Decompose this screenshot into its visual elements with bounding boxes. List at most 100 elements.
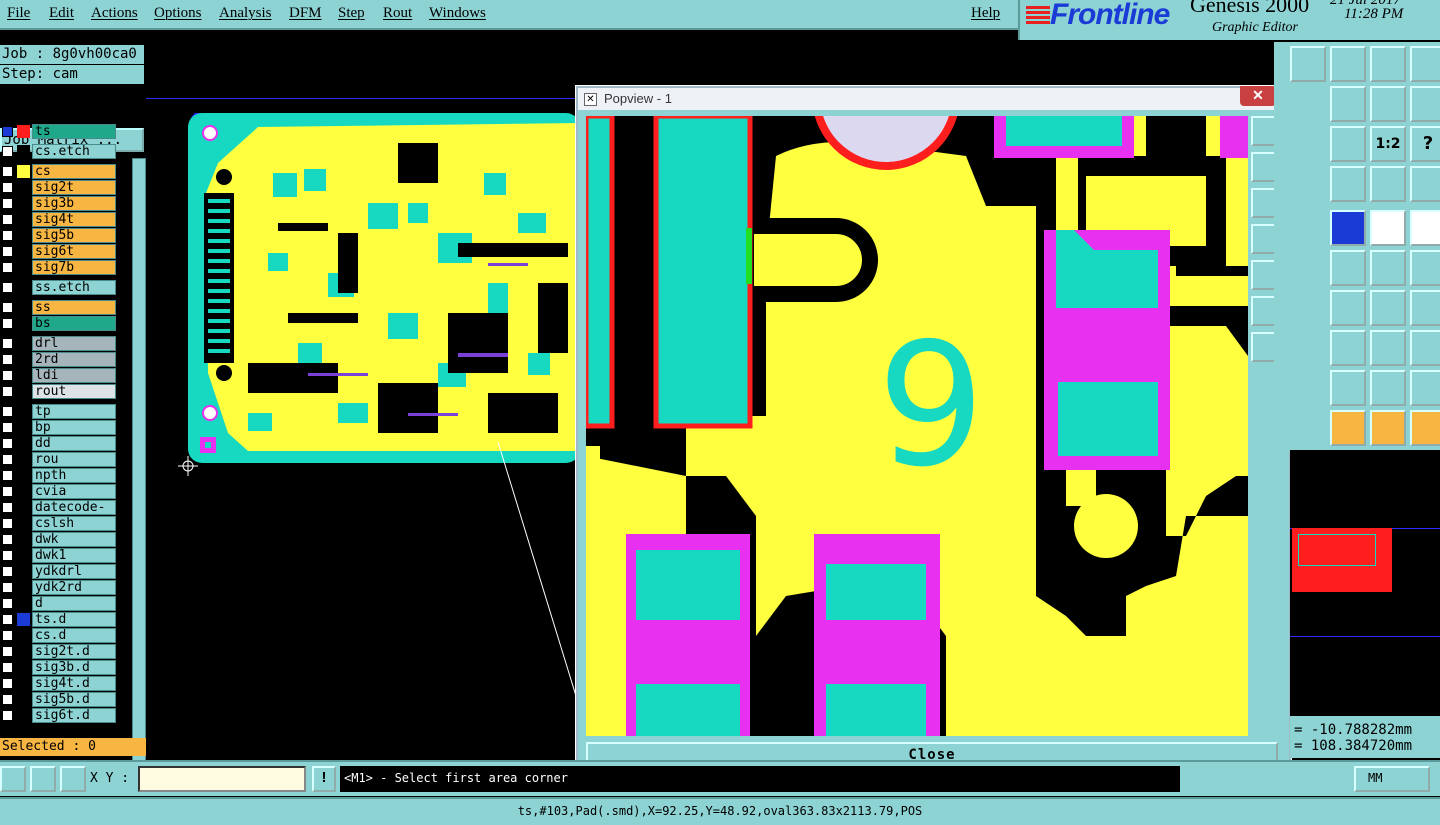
pad-icon[interactable] [1410,210,1440,246]
layer-name[interactable]: sig4t.d [32,676,116,691]
menu-windows[interactable]: Windows [429,5,486,22]
layer-checkbox[interactable] [2,438,13,449]
layer-name[interactable]: ts [32,124,116,139]
layer-name[interactable]: sig3b.d [32,660,116,675]
line-draw-icon[interactable] [1330,290,1366,326]
layer-checkbox[interactable] [2,662,13,673]
layer-checkbox[interactable] [2,502,13,513]
layer-row-sig4t-d[interactable]: sig4t.d [0,676,116,691]
popview-canvas[interactable]: 9 [586,116,1248,736]
cross-icon[interactable] [1330,250,1366,286]
menu-file[interactable]: File [7,5,30,22]
layer-name[interactable]: ydkdrl [32,564,116,579]
layer-color-swatch[interactable] [17,517,30,530]
units-selector[interactable]: MM [1354,766,1430,792]
layer-checkbox[interactable] [2,630,13,641]
help-icon[interactable]: ? [1410,126,1440,162]
layer-name[interactable]: bp [32,420,116,435]
layer-checkbox[interactable] [2,694,13,705]
layer-name[interactable]: 2rd [32,352,116,367]
layer-name[interactable]: rou [32,452,116,467]
layer-checkbox[interactable] [2,318,13,329]
layer-row-rout[interactable]: rout [0,384,116,399]
layer-row-dd[interactable]: dd [0,436,116,451]
layer-row-d[interactable]: d [0,596,116,611]
layer-color-swatch[interactable] [17,501,30,514]
layer-row-rou[interactable]: rou [0,452,116,467]
layer-row-sig7b[interactable]: sig7b [0,260,116,275]
layer-name[interactable]: datecode-bs [32,500,116,529]
layer-checkbox[interactable] [2,454,13,465]
layer-checkbox[interactable] [2,710,13,721]
layer-checkbox[interactable] [2,678,13,689]
layer-color-swatch[interactable] [17,213,30,226]
layer-color-swatch[interactable] [17,437,30,450]
layer-row-sig6t[interactable]: sig6t [0,244,116,259]
layer-name[interactable]: dwk [32,532,116,547]
triangle-a-icon[interactable] [1330,370,1366,406]
pan-icon[interactable] [1330,126,1366,162]
layer-name[interactable]: sig7b [32,260,116,275]
snap-grid-icon[interactable] [1410,166,1440,202]
layer-row-ss[interactable]: ss [0,300,116,315]
triangle-b-icon[interactable] [1370,370,1406,406]
layer-row-dwk1[interactable]: dwk1 [0,548,116,563]
layer-checkbox[interactable] [2,338,13,349]
menu-edit[interactable]: Edit [49,5,74,22]
layer-checkbox[interactable] [2,370,13,381]
layer-checkbox[interactable] [2,486,13,497]
layer-checkbox[interactable] [2,422,13,433]
layer-color-swatch[interactable] [17,405,30,418]
grid-icon[interactable] [1330,166,1366,202]
layer-checkbox[interactable] [2,214,13,225]
layer-name[interactable]: cs [32,164,116,179]
hline-icon[interactable] [1330,330,1366,366]
layer-name[interactable]: sig6t [32,244,116,259]
arc-icon[interactable] [1370,290,1406,326]
layer-name[interactable]: dwk1 [32,548,116,563]
layer-color-swatch[interactable] [17,165,30,178]
layer-checkbox[interactable] [2,166,13,177]
layer-name[interactable]: sig5b [32,228,116,243]
layer-color-swatch[interactable] [17,533,30,546]
layer-color-swatch[interactable] [17,369,30,382]
layer-color-swatch[interactable] [17,693,30,706]
layer-row-sig2t-d[interactable]: sig2t.d [0,644,116,659]
layer-checkbox[interactable] [2,262,13,273]
layer-row-cs-etch[interactable]: cs.etch [0,144,116,159]
layer-checkbox[interactable] [2,230,13,241]
layer-color-swatch[interactable] [17,629,30,642]
layer-checkbox[interactable] [2,534,13,545]
layer-row-sig5b-d[interactable]: sig5b.d [0,692,116,707]
layer-name[interactable]: sig2t.d [32,644,116,659]
layer-name[interactable]: dd [32,436,116,451]
layer-row-ldi[interactable]: ldi [0,368,116,383]
grid-mode-icon[interactable] [60,766,86,792]
layer-checkbox[interactable] [2,246,13,257]
layer-name[interactable]: tp [32,404,116,419]
circles-icon[interactable] [1410,330,1440,366]
layer-color-swatch[interactable] [17,677,30,690]
layer-row-cvia[interactable]: cvia [0,484,116,499]
layer-name[interactable]: sig6t.d [32,708,116,723]
layer-color-swatch[interactable] [17,469,30,482]
mirror-icon[interactable] [1410,290,1440,326]
layer-name[interactable]: ss [32,300,116,315]
window-menu-icon[interactable]: ✕ [584,93,597,106]
layer-row-sig2t[interactable]: sig2t [0,180,116,195]
layer-color-swatch[interactable] [17,197,30,210]
xy-input[interactable] [138,766,306,792]
layer-checkbox[interactable] [2,182,13,193]
layer-row-bp[interactable]: bp [0,420,116,435]
triangle-c-icon[interactable] [1410,370,1440,406]
layer-checkbox[interactable] [2,198,13,209]
save-icon[interactable] [1330,46,1366,82]
select-net-icon[interactable] [1410,410,1440,446]
layer-checkbox[interactable] [2,470,13,481]
snap-icon[interactable] [1370,166,1406,202]
window-icon[interactable] [1410,46,1440,82]
layer-color-swatch[interactable] [17,229,30,242]
layer-row-ydk2rd[interactable]: ydk2rd [0,580,116,595]
layer-checkbox[interactable] [2,282,13,293]
layer-color-swatch[interactable] [17,261,30,274]
